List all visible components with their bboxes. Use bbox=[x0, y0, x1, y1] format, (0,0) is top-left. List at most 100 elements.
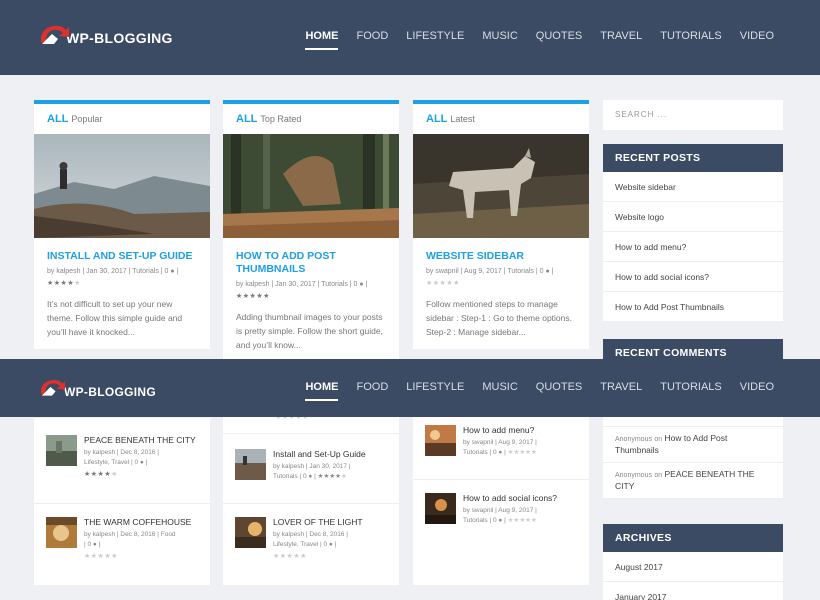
tab-top-rated[interactable]: Top Rated bbox=[260, 114, 301, 124]
star-rating: ★★★★★ bbox=[273, 553, 307, 560]
list-item[interactable]: THE WARM COFFEHOUSE by kalpesh | Dec 8, … bbox=[46, 517, 191, 560]
nav-music[interactable]: MUSIC bbox=[482, 30, 517, 50]
widget-title: ARCHIVES bbox=[603, 524, 783, 552]
nav-food[interactable]: FOOD bbox=[356, 30, 388, 50]
post-thumbnail[interactable] bbox=[46, 435, 77, 466]
list-item[interactable]: Install and Set-Up Guide by kalpesh | Ja… bbox=[235, 449, 366, 482]
nav-quotes[interactable]: QUOTES bbox=[536, 30, 582, 50]
logo-arrow-icon bbox=[38, 20, 70, 46]
tab-all[interactable]: ALL bbox=[47, 113, 68, 125]
post-list-top-rated: ★★★★★ Install and Set-Up Guide by kalpes… bbox=[223, 414, 399, 585]
list-item-title[interactable]: THE WARM COFFEHOUSE bbox=[84, 517, 191, 528]
featured-post: INSTALL AND SET-UP GUIDE by kalpesh | Ja… bbox=[34, 238, 210, 349]
recent-posts-widget: RECENT POSTS Website sidebar Website log… bbox=[603, 144, 783, 322]
recent-post-link[interactable]: How to add menu? bbox=[603, 232, 783, 262]
archive-link[interactable]: August 2017 bbox=[603, 552, 783, 582]
featured-post: WEBSITE SIDEBAR by swapnil | Aug 9, 2017… bbox=[413, 238, 589, 349]
comment-icon: ● bbox=[328, 541, 333, 548]
sticky-header: WP-BLOGGING HOME FOOD LIFESTYLE MUSIC QU… bbox=[0, 359, 820, 417]
tabbed-widget-popular: ALL Popular INSTALL AND SET-UP GUIDE by k… bbox=[34, 100, 210, 350]
star-rating: ★★★★★ bbox=[426, 280, 460, 287]
list-item[interactable]: LOVER OF THE LIGHT by kalpesh | Dec 8, 2… bbox=[235, 517, 363, 560]
nav-lifestyle[interactable]: LIFESTYLE bbox=[406, 30, 464, 50]
post-thumbnail[interactable] bbox=[46, 517, 77, 548]
widget-title: RECENT POSTS bbox=[603, 144, 783, 172]
main-nav: HOME FOOD LIFESTYLE MUSIC QUOTES TRAVEL … bbox=[287, 381, 774, 401]
recent-comments-list: Anonymous on How to Add Post Thumbnails … bbox=[603, 417, 783, 499]
list-item-title[interactable]: How to add menu? bbox=[463, 425, 537, 436]
nav-travel[interactable]: TRAVEL bbox=[600, 381, 642, 401]
tab-all[interactable]: ALL bbox=[236, 113, 257, 125]
recent-post-link[interactable]: How to add social icons? bbox=[603, 262, 783, 292]
search-input[interactable]: SEARCH ... bbox=[603, 100, 783, 130]
logo-arrow-icon bbox=[38, 375, 70, 401]
recent-post-link[interactable]: Website sidebar bbox=[603, 172, 783, 202]
nav-tutorials[interactable]: TUTORIALS bbox=[660, 30, 722, 50]
list-item-title[interactable]: PEACE BENEATH THE CITY bbox=[84, 435, 196, 446]
recent-post-link[interactable]: Website logo bbox=[603, 202, 783, 232]
comment-icon: ● bbox=[498, 517, 503, 524]
widget-tabs: ALL Latest bbox=[413, 104, 589, 134]
main-nav: HOME FOOD LIFESTYLE MUSIC QUOTES TRAVEL … bbox=[287, 30, 774, 50]
list-item[interactable]: PEACE BENEATH THE CITY by kalpesh | Dec … bbox=[46, 435, 196, 478]
post-excerpt: Adding thumbnail images to your posts is… bbox=[236, 312, 383, 350]
list-item[interactable]: How to add menu? by swapnil | Aug 9, 201… bbox=[425, 425, 537, 458]
list-item-title[interactable]: How to add social icons? bbox=[463, 493, 557, 504]
tab-latest[interactable]: Latest bbox=[450, 114, 475, 124]
post-meta: by kalpesh | Jan 30, 2017 | Tutorials | … bbox=[236, 281, 368, 288]
tab-popular[interactable]: Popular bbox=[71, 114, 102, 124]
comment-item: Anonymous on How to Add Post Thumbnails bbox=[603, 427, 783, 463]
nav-lifestyle[interactable]: LIFESTYLE bbox=[406, 381, 464, 401]
post-thumbnail[interactable] bbox=[425, 493, 456, 524]
post-excerpt: It’s not difficult to set up your new th… bbox=[47, 299, 183, 337]
list-item-title[interactable]: Install and Set-Up Guide bbox=[273, 449, 366, 460]
logo-text: WP-BLOGGING bbox=[66, 30, 173, 46]
archives-widget: ARCHIVES August 2017 January 2017 bbox=[603, 524, 783, 600]
post-thumbnail[interactable] bbox=[34, 134, 210, 238]
comment-icon: ● bbox=[545, 268, 550, 275]
site-logo[interactable]: WP-BLOGGING bbox=[38, 375, 156, 401]
nav-quotes[interactable]: QUOTES bbox=[536, 381, 582, 401]
recent-post-link[interactable]: How to Add Post Thumbnails bbox=[603, 292, 783, 322]
comment-icon: ● bbox=[308, 473, 313, 480]
site-logo[interactable]: WP-BLOGGING bbox=[38, 20, 173, 46]
widget-tabs: ALL Top Rated bbox=[223, 104, 399, 134]
nav-home[interactable]: HOME bbox=[305, 30, 339, 50]
list-item[interactable]: How to add social icons? by swapnil | Au… bbox=[425, 493, 557, 526]
widget-tabs: ALL Popular bbox=[34, 104, 210, 134]
list-item-meta: by kalpesh | Dec 8, 2016 | Lifestyle, Tra… bbox=[84, 449, 159, 466]
archive-link[interactable]: January 2017 bbox=[603, 582, 783, 600]
nav-home[interactable]: HOME bbox=[305, 381, 339, 401]
comment-icon: ● bbox=[139, 459, 144, 466]
post-thumbnail[interactable] bbox=[425, 425, 456, 456]
featured-post: HOW TO ADD POST THUMBNAILS by kalpesh | … bbox=[223, 238, 399, 362]
post-thumbnail[interactable] bbox=[235, 449, 266, 480]
nav-travel[interactable]: TRAVEL bbox=[600, 30, 642, 50]
star-rating: ★★★★★ bbox=[236, 293, 270, 300]
comment-item: Anonymous on PEACE BENEATH THE CITY bbox=[603, 463, 783, 499]
recent-posts-list: Website sidebar Website logo How to add … bbox=[603, 172, 783, 322]
nav-video[interactable]: VIDEO bbox=[740, 381, 774, 401]
nav-tutorials[interactable]: TUTORIALS bbox=[660, 381, 722, 401]
comment-icon: ● bbox=[92, 541, 97, 548]
post-title[interactable]: INSTALL AND SET-UP GUIDE bbox=[47, 250, 197, 263]
post-thumbnail[interactable] bbox=[235, 517, 266, 548]
site-header: WP-BLOGGING HOME FOOD LIFESTYLE MUSIC QU… bbox=[0, 0, 820, 75]
post-thumbnail[interactable] bbox=[223, 134, 399, 238]
post-title[interactable]: WEBSITE SIDEBAR bbox=[426, 250, 576, 263]
star-rating: ★★★★★ bbox=[84, 471, 118, 478]
list-item-title[interactable]: LOVER OF THE LIGHT bbox=[273, 517, 363, 528]
list-item-meta: by kalpesh | Dec 8, 2016 | Lifestyle, Tra… bbox=[273, 531, 348, 548]
post-title[interactable]: HOW TO ADD POST THUMBNAILS bbox=[236, 250, 386, 276]
post-meta: by swapnil | Aug 9, 2017 | Tutorials | 0… bbox=[426, 268, 554, 275]
post-thumbnail[interactable] bbox=[413, 134, 589, 238]
nav-food[interactable]: FOOD bbox=[356, 381, 388, 401]
nav-music[interactable]: MUSIC bbox=[482, 381, 517, 401]
nav-video[interactable]: VIDEO bbox=[740, 30, 774, 50]
list-item-meta: by kalpesh | Jan 30, 2017 | Tutorials | 0… bbox=[273, 463, 351, 480]
tab-all[interactable]: ALL bbox=[426, 113, 447, 125]
post-list-popular: PEACE BENEATH THE CITY by kalpesh | Dec … bbox=[34, 417, 210, 585]
comment-icon: ● bbox=[359, 281, 364, 288]
post-excerpt: Follow mentioned steps to manage sidebar… bbox=[426, 299, 572, 337]
comment-icon: ● bbox=[170, 268, 175, 275]
